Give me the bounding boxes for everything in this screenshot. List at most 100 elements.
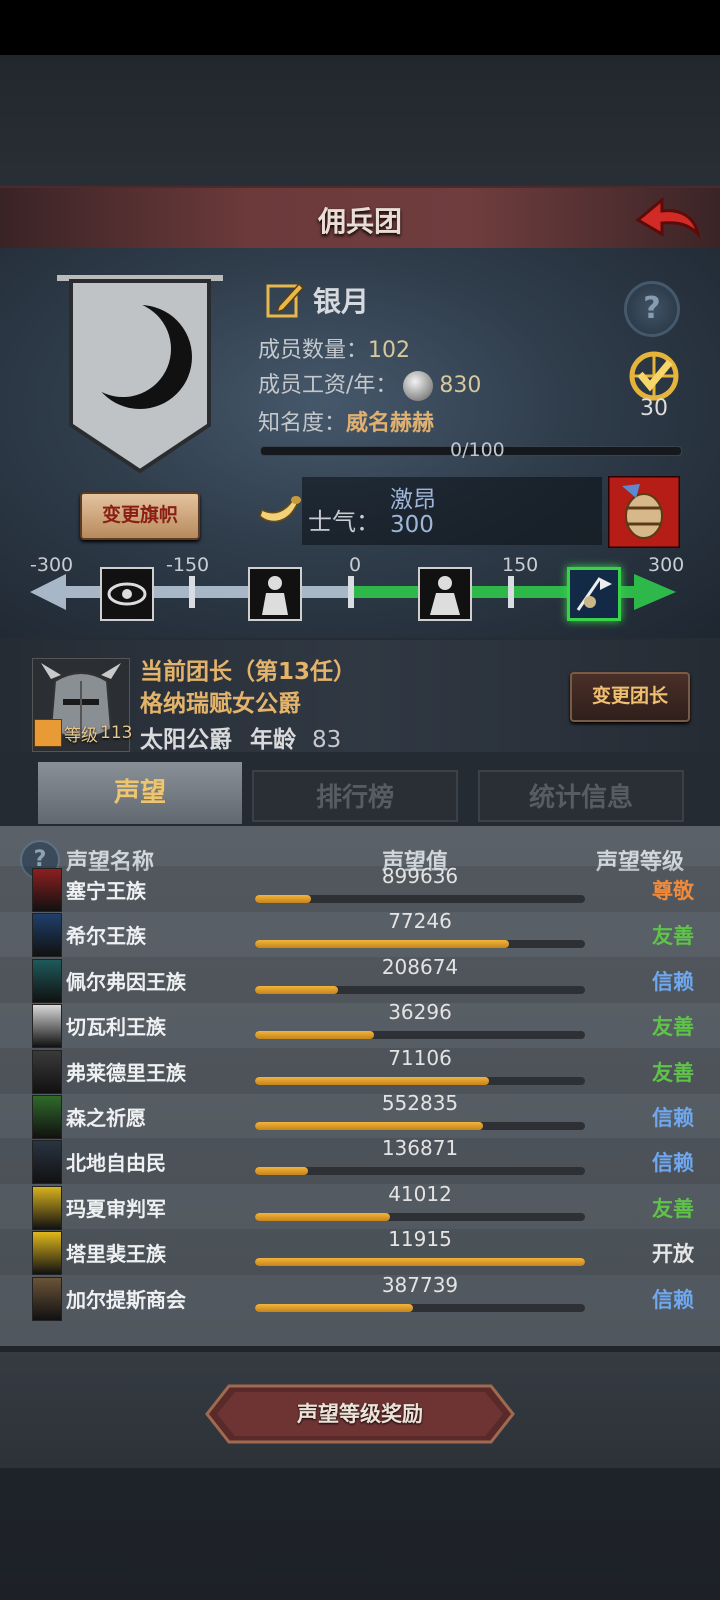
faction-progress-fill [255,1122,483,1130]
pen-icon[interactable] [265,280,305,320]
leader-tenure: 当前团长（第13任） [140,659,357,685]
sword-icon [34,719,62,747]
salary-stat: 成员工资/年： 830 [258,367,481,401]
members-value: 102 [368,338,411,363]
faction-progress-fill [255,1258,585,1266]
faction-crest-icon [32,1140,62,1184]
age-label: 年龄 [250,727,297,753]
scale-label: 0 [349,554,362,576]
salary-value: 830 [439,373,482,398]
faction-progress-fill [255,1304,414,1312]
faction-value: 11915 [388,1227,452,1251]
faction-progress-bar [255,1031,585,1039]
faction-progress-fill [255,895,312,903]
reputation-reward-label: 声望等级奖励 [297,1402,423,1426]
change-flag-button[interactable]: 变更旗帜 [80,492,200,540]
faction-progress-bar [255,986,585,994]
faction-value: 208674 [381,955,459,979]
faction-name: 弗莱德里王族 [66,1061,186,1085]
faction-rank: 信赖 [652,1106,694,1130]
table-row[interactable]: 希尔王族 77246 友善 [0,909,720,957]
faction-value: 71106 [388,1046,452,1070]
table-row[interactable]: 加尔提斯商会 387739 信赖 [0,1273,720,1321]
faction-crest-icon [32,1277,62,1321]
table-row[interactable]: 切瓦利王族 36296 友善 [0,1000,720,1048]
medal-value: 30 [640,396,668,421]
faction-progress-bar [255,1077,585,1085]
faction-name: 玛夏审判军 [66,1197,166,1221]
faction-crest-icon [32,913,62,957]
leader-title-age: 太阳公爵 年龄 83 [140,720,341,754]
despair-figure-icon[interactable] [248,567,302,621]
faction-name: 塞宁王族 [66,879,146,903]
silver-coin-icon [403,371,434,401]
tab-statistics[interactable]: 统计信息 [478,770,684,822]
faction-rank: 开放 [652,1242,694,1266]
table-row[interactable]: 森之祈愿 552835 信赖 [0,1091,720,1139]
faction-value: 77246 [388,909,452,933]
table-row[interactable]: 弗莱德里王族 71106 友善 [0,1046,720,1094]
faction-value: 136871 [381,1136,459,1160]
back-arrow-icon[interactable] [632,194,702,240]
faction-name: 北地自由民 [66,1151,166,1175]
faction-name: 塔里裴王族 [66,1242,166,1266]
question-icon[interactable]: ? [624,281,680,337]
faction-progress-bar [255,895,585,903]
faction-progress-fill [255,940,510,948]
table-row[interactable]: 北地自由民 136871 信赖 [0,1136,720,1184]
eye-icon[interactable] [100,567,154,621]
faction-value: 552835 [381,1091,459,1115]
faction-rank: 友善 [652,1015,694,1039]
faction-crest-icon [32,1231,62,1275]
guild-name: 银月 [313,285,370,318]
morale-value: 300 [390,512,434,538]
table-row[interactable]: 玛夏审判军 41012 友善 [0,1182,720,1230]
scale-label: -300 [30,554,74,576]
horn-icon [259,496,301,523]
leader-title: 太阳公爵 [140,727,232,753]
leader-level-badge: 等级 113 [34,718,134,748]
table-row[interactable]: 塞宁王族 899636 尊敬 [0,864,720,912]
faction-value: 36296 [388,1000,452,1024]
salary-label: 成员工资/年： [258,373,398,398]
scale-label: 150 [502,554,539,576]
charge-banner-icon[interactable] [567,567,621,621]
faction-crest-icon [32,959,62,1003]
members-label: 成员数量： [258,338,369,363]
faction-name: 加尔提斯商会 [66,1288,186,1312]
scale-label: 300 [648,554,685,576]
faction-rank: 信赖 [652,1288,694,1312]
faction-crest-icon [32,1004,62,1048]
age-value: 83 [312,727,342,753]
faction-rank: 信赖 [652,1151,694,1175]
tab-leaderboard[interactable]: 排行榜 [252,770,458,822]
leader-name: 格纳瑞赋女公爵 [140,691,301,717]
level-label: 等级 [64,725,98,746]
tab-reputation[interactable]: 声望 [38,762,242,824]
calm-figure-icon[interactable] [418,567,472,621]
faction-name: 佩尔弗因王族 [66,970,186,994]
faction-progress-fill [255,1077,490,1085]
table-row[interactable]: 塔里裴王族 11915 开放 [0,1227,720,1275]
faction-crest-icon [32,1186,62,1230]
faction-value: 899636 [381,864,459,888]
barrel-icon[interactable] [608,476,680,548]
faction-crest-icon [32,1095,62,1139]
table-row[interactable]: 佩尔弗因王族 208674 信赖 [0,955,720,1003]
morale-status: 激昂 [390,487,436,513]
faction-progress-fill [255,986,338,994]
faction-progress-fill [255,1031,374,1039]
faction-rank: 友善 [652,924,694,948]
status-bar [0,0,720,55]
faction-progress-fill [255,1167,308,1175]
level-value: 113 [100,723,133,743]
members-stat: 成员数量：102 [258,332,410,364]
change-leader-button[interactable]: 变更团长 [570,672,690,722]
faction-name: 希尔王族 [66,924,146,948]
fame-progress-text: 0/100 [450,439,505,461]
faction-rank: 友善 [652,1197,694,1221]
guild-banner [57,275,223,474]
fame-label: 知名度： [258,411,347,436]
tab-bar: 声望 排行榜 统计信息 [0,762,720,824]
faction-progress-bar [255,1258,585,1266]
